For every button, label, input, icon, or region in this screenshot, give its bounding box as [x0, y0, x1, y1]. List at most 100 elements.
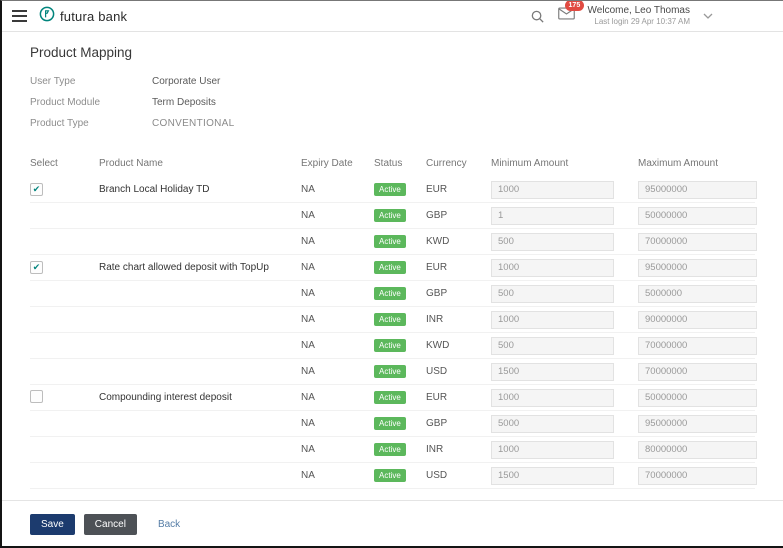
status-badge: Active: [374, 338, 406, 353]
main-content: Product Mapping User Type Corporate User…: [2, 32, 783, 546]
currency: GBP: [426, 418, 448, 429]
table-body: Branch Local Holiday TD NA Active EUR NA…: [30, 177, 757, 489]
chevron-down-icon[interactable]: [703, 13, 713, 19]
table-row: Branch Local Holiday TD NA Active EUR: [30, 177, 757, 203]
status-badge: Active: [374, 442, 406, 457]
table-row: NA Active GBP: [30, 203, 757, 229]
user-type-value: Corporate User: [152, 76, 221, 87]
currency: EUR: [426, 184, 448, 195]
brand-name: futura bank: [60, 8, 128, 24]
minimum-amount-input[interactable]: [491, 206, 614, 225]
table-row: NA Active USD: [30, 359, 757, 385]
user-menu[interactable]: Welcome, Leo Thomas Last login 29 Apr 10…: [588, 5, 690, 28]
maximum-amount-input[interactable]: [638, 440, 757, 459]
mail-count-badge: 175: [564, 1, 585, 12]
col-select: Select: [30, 158, 58, 169]
currency: INR: [426, 444, 444, 455]
expiry-date: NA: [301, 314, 315, 325]
status-badge: Active: [374, 260, 406, 275]
currency: GBP: [426, 288, 448, 299]
maximum-amount-input[interactable]: [638, 206, 757, 225]
product-type-label: Product Type: [30, 118, 89, 129]
table-row: NA Active GBP: [30, 281, 757, 307]
user-type-label: User Type: [30, 76, 76, 87]
maximum-amount-input[interactable]: [638, 388, 757, 407]
product-name: Compounding interest deposit: [99, 392, 232, 403]
maximum-amount-input[interactable]: [638, 466, 757, 485]
hamburger-menu-icon[interactable]: [10, 8, 29, 24]
bank-logo-icon: [39, 6, 55, 27]
action-bar: Save Cancel Back: [30, 501, 755, 546]
table-header-row: Select Product Name Expiry Date Status C…: [30, 149, 755, 177]
table-row: NA Active GBP: [30, 411, 757, 437]
expiry-date: NA: [301, 418, 315, 429]
minimum-amount-input[interactable]: [491, 362, 614, 381]
search-icon[interactable]: [530, 9, 545, 24]
product-name: Branch Local Holiday TD: [99, 184, 210, 195]
col-status: Status: [374, 158, 403, 169]
expiry-date: NA: [301, 262, 315, 273]
status-badge: Active: [374, 468, 406, 483]
minimum-amount-input[interactable]: [491, 466, 614, 485]
currency: USD: [426, 470, 448, 481]
currency: EUR: [426, 392, 448, 403]
status-badge: Active: [374, 182, 406, 197]
bank-logo[interactable]: futura bank: [39, 6, 127, 27]
expiry-date: NA: [301, 236, 315, 247]
maximum-amount-input[interactable]: [638, 362, 757, 381]
minimum-amount-input[interactable]: [491, 388, 614, 407]
currency: GBP: [426, 210, 448, 221]
minimum-amount-input[interactable]: [491, 180, 614, 199]
maximum-amount-input[interactable]: [638, 232, 757, 251]
minimum-amount-input[interactable]: [491, 258, 614, 277]
status-badge: Active: [374, 312, 406, 327]
col-currency: Currency: [426, 158, 467, 169]
welcome-text: Welcome, Leo Thomas: [587, 4, 690, 16]
maximum-amount-input[interactable]: [638, 414, 757, 433]
currency: EUR: [426, 262, 448, 273]
col-minimum-amount: Minimum Amount: [491, 158, 569, 169]
currency: KWD: [426, 340, 450, 351]
product-module-value: Term Deposits: [152, 97, 216, 108]
maximum-amount-input[interactable]: [638, 180, 757, 199]
mapping-summary: User Type Corporate User Product Module …: [30, 68, 755, 141]
expiry-date: NA: [301, 184, 315, 195]
row-checkbox[interactable]: [30, 261, 43, 274]
status-badge: Active: [374, 416, 406, 431]
maximum-amount-input[interactable]: [638, 258, 757, 277]
page-title: Product Mapping: [30, 45, 133, 60]
col-expiry-date: Expiry Date: [301, 158, 353, 169]
app-window: futura bank 175 Welcome, Leo Thomas Last…: [0, 0, 783, 548]
maximum-amount-input[interactable]: [638, 336, 757, 355]
minimum-amount-input[interactable]: [491, 310, 614, 329]
row-checkbox[interactable]: [30, 389, 43, 403]
expiry-date: NA: [301, 444, 315, 455]
minimum-amount-input[interactable]: [491, 440, 614, 459]
status-badge: Active: [374, 234, 406, 249]
cancel-button[interactable]: Cancel: [83, 514, 137, 535]
currency: KWD: [426, 236, 450, 247]
col-maximum-amount: Maximum Amount: [638, 158, 719, 169]
minimum-amount-input[interactable]: [491, 336, 614, 355]
minimum-amount-input[interactable]: [491, 232, 614, 251]
minimum-amount-input[interactable]: [491, 414, 614, 433]
back-link[interactable]: Back: [158, 519, 180, 530]
status-badge: Active: [374, 208, 406, 223]
table-row: NA Active KWD: [30, 229, 757, 255]
mail-icon[interactable]: 175: [557, 1, 585, 25]
table-row: NA Active KWD: [30, 333, 757, 359]
expiry-date: NA: [301, 366, 315, 377]
maximum-amount-input[interactable]: [638, 310, 757, 329]
expiry-date: NA: [301, 340, 315, 351]
row-checkbox[interactable]: [30, 183, 43, 196]
save-button[interactable]: Save: [30, 514, 75, 535]
table-row: NA Active INR: [30, 307, 757, 333]
product-module-label: Product Module: [30, 97, 101, 108]
expiry-date: NA: [301, 210, 315, 221]
last-login-text: Last login 29 Apr 10:37 AM: [594, 17, 690, 27]
table-row: Compounding interest deposit NA Active E…: [30, 385, 757, 411]
minimum-amount-input[interactable]: [491, 284, 614, 303]
product-type-value: CONVENTIONAL: [152, 118, 235, 129]
currency: USD: [426, 366, 448, 377]
maximum-amount-input[interactable]: [638, 284, 757, 303]
